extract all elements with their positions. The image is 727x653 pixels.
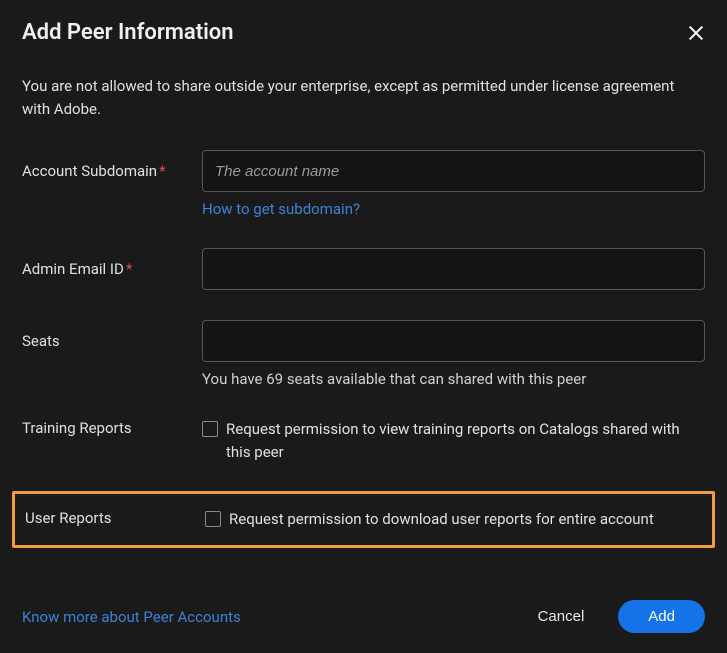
footer-actions: Cancel Add (532, 600, 705, 633)
seats-input[interactable] (202, 320, 705, 362)
close-icon[interactable] (687, 24, 705, 42)
user-reports-checkbox[interactable] (205, 511, 221, 527)
account-subdomain-input[interactable] (202, 150, 705, 192)
row-seats: Seats You have 69 seats available that c… (22, 320, 705, 388)
label-admin-email: Admin Email ID* (22, 248, 202, 278)
row-admin-email: Admin Email ID* (22, 248, 705, 290)
field-seats: You have 69 seats available that can sha… (202, 320, 705, 388)
user-reports-checkbox-label[interactable]: Request permission to download user repo… (229, 508, 654, 531)
add-button[interactable]: Add (618, 600, 705, 633)
training-reports-checkbox-label[interactable]: Request permission to view training repo… (226, 418, 705, 463)
user-reports-highlight: User Reports Request permission to downl… (12, 491, 715, 548)
dialog-title: Add Peer Information (22, 20, 234, 45)
label-seats: Seats (22, 320, 202, 350)
label-account-subdomain-text: Account Subdomain (22, 162, 157, 180)
field-account-subdomain: How to get subdomain? (202, 150, 705, 218)
field-admin-email (202, 248, 705, 290)
dialog-footer: Know more about Peer Accounts Cancel Add (22, 590, 705, 633)
row-training-reports: Training Reports Request permission to v… (22, 418, 705, 463)
how-to-get-subdomain-link[interactable]: How to get subdomain? (202, 200, 360, 218)
admin-email-input[interactable] (202, 248, 705, 290)
know-more-link[interactable]: Know more about Peer Accounts (22, 608, 241, 626)
label-training-reports-text: Training Reports (22, 419, 132, 437)
label-user-reports-text: User Reports (25, 509, 112, 527)
label-account-subdomain: Account Subdomain* (22, 150, 202, 180)
required-asterisk: * (126, 260, 132, 278)
notice-text: You are not allowed to share outside you… (22, 75, 705, 120)
training-reports-checkbox[interactable] (202, 421, 218, 437)
field-training-reports: Request permission to view training repo… (202, 418, 705, 463)
cancel-button[interactable]: Cancel (532, 600, 591, 633)
label-admin-email-text: Admin Email ID (22, 260, 124, 278)
dialog-header: Add Peer Information (22, 20, 705, 45)
label-training-reports: Training Reports (22, 418, 202, 437)
seats-help-text: You have 69 seats available that can sha… (202, 370, 705, 388)
row-user-reports: User Reports Request permission to downl… (15, 508, 712, 531)
row-account-subdomain: Account Subdomain* How to get subdomain? (22, 150, 705, 218)
label-user-reports: User Reports (25, 508, 205, 527)
label-seats-text: Seats (22, 332, 60, 350)
add-peer-dialog: Add Peer Information You are not allowed… (0, 0, 727, 653)
field-user-reports: Request permission to download user repo… (205, 508, 702, 531)
required-asterisk: * (159, 162, 165, 180)
